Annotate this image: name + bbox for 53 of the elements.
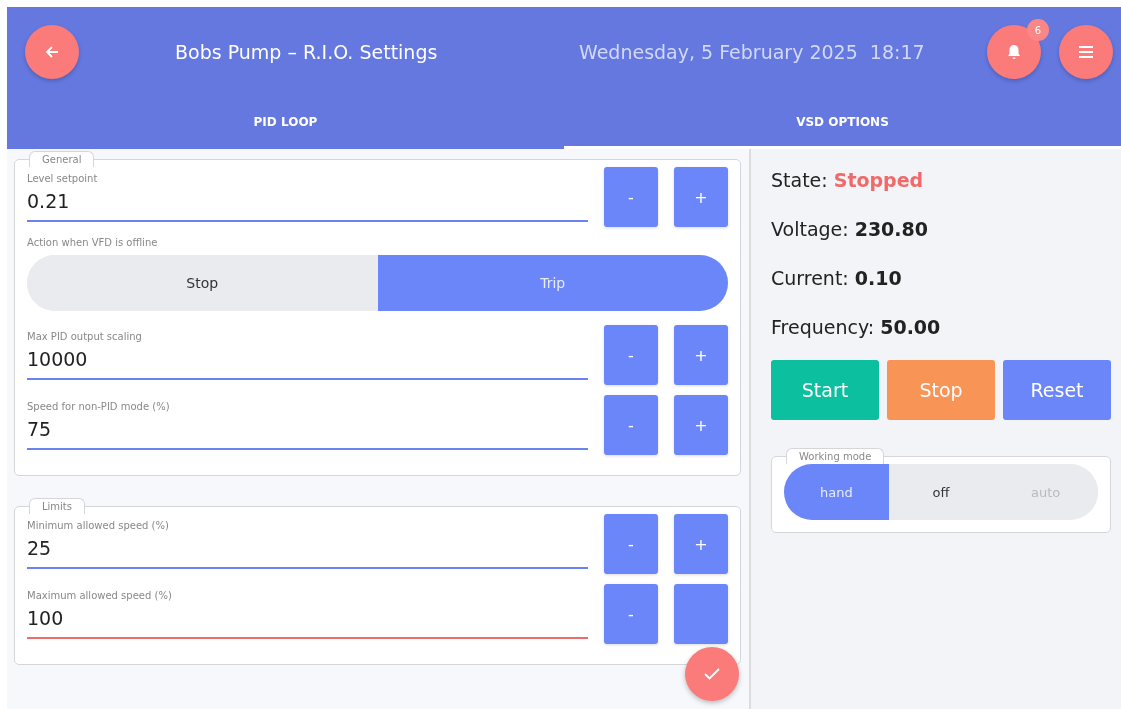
field-value: 0.21 (27, 189, 71, 212)
field-label: Minimum allowed speed (%) (27, 519, 170, 531)
decrement-button[interactable]: - (604, 325, 658, 385)
notifications-button[interactable] (987, 25, 1041, 79)
input-field[interactable]: Minimum allowed speed (%) 25 (27, 519, 588, 569)
mode-option[interactable]: hand (784, 464, 889, 520)
notification-count: 6 (1027, 19, 1049, 41)
increment-button[interactable]: + (674, 325, 728, 385)
bell-icon (1005, 43, 1023, 61)
field-value: 10000 (27, 347, 89, 370)
field-label: Maximum allowed speed (%) (27, 589, 173, 601)
status-value: 50.00 (880, 316, 941, 338)
decrement-button[interactable]: - (604, 584, 658, 644)
increment-button[interactable]: + (674, 395, 728, 455)
option-button[interactable]: Trip (377, 255, 728, 311)
back-button[interactable] (25, 25, 79, 79)
decrement-button[interactable]: - (604, 395, 658, 455)
status-label: Frequency: (771, 316, 875, 338)
field-value: 75 (27, 417, 53, 440)
status-label: Voltage: (771, 218, 849, 240)
increment-button[interactable]: + (674, 167, 728, 227)
status-value: 230.80 (854, 218, 928, 240)
input-field[interactable]: Maximum allowed speed (%) 100 (27, 589, 588, 639)
page-title: Bobs Pump – R.I.O. Settings (175, 41, 439, 63)
check-icon (704, 668, 720, 680)
action-button[interactable]: Stop (887, 360, 995, 420)
status-label: State: (771, 169, 828, 191)
decrement-button[interactable]: - (604, 167, 658, 227)
decrement-button[interactable]: - (604, 514, 658, 574)
field-label: Action when VFD is offline (27, 237, 159, 248)
status-value: 0.10 (854, 267, 902, 289)
field-label: Speed for non-PID mode (%) (27, 400, 171, 412)
status-label: Current: (771, 267, 849, 289)
group-legend: General (29, 151, 95, 167)
back-arrow-icon (45, 45, 59, 59)
status-value: Stopped (833, 169, 924, 191)
increment-button[interactable]: + (674, 514, 728, 574)
group-legend: Working mode (786, 448, 885, 464)
field-value: 100 (27, 606, 65, 629)
input-field[interactable]: Level setpoint 0.21 (27, 172, 588, 222)
group-legend: Limits (29, 498, 85, 514)
field-value: 25 (27, 536, 53, 559)
date-time: Wednesday, 5 February 2025 18:17 (579, 41, 925, 63)
menu-icon (1078, 45, 1094, 59)
confirm-button[interactable] (685, 647, 739, 701)
field-label: Level setpoint (27, 172, 99, 184)
input-field[interactable]: Speed for non-PID mode (%) 75 (27, 400, 588, 450)
menu-button[interactable] (1059, 25, 1113, 79)
action-button[interactable]: Reset (1003, 360, 1111, 420)
tab[interactable]: PID LOOP (7, 97, 564, 149)
input-field[interactable]: Max PID output scaling 10000 (27, 330, 588, 380)
field-label: Max PID output scaling (27, 330, 143, 342)
action-button[interactable]: Start (771, 360, 879, 420)
